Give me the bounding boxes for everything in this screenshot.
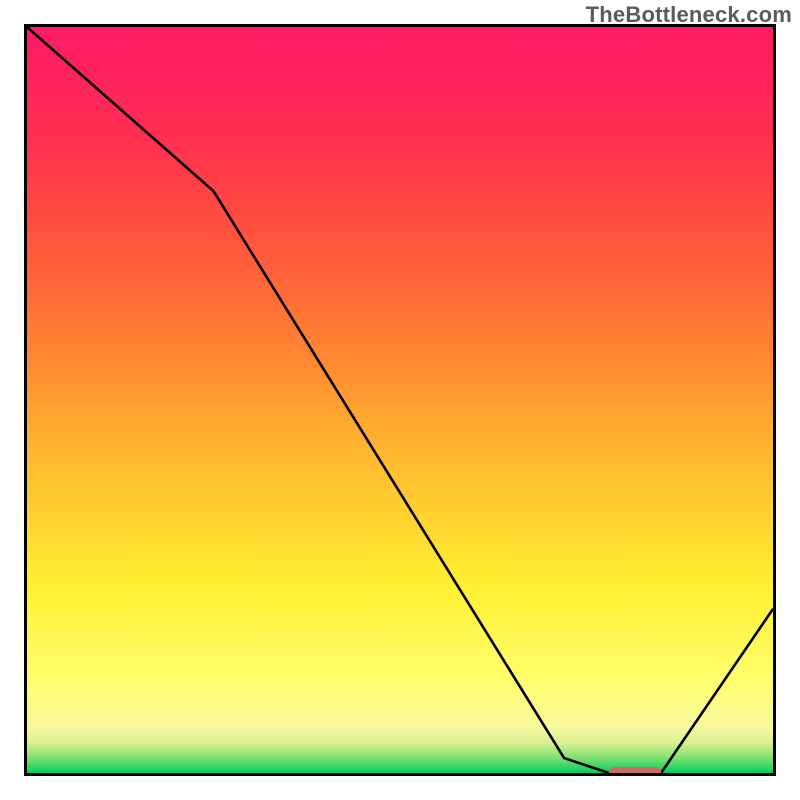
optimal-marker [609, 767, 661, 773]
bottleneck-curve [27, 27, 773, 773]
chart-canvas: TheBottleneck.com [0, 0, 800, 800]
plot-area [24, 24, 776, 776]
chart-overlay [27, 27, 773, 773]
